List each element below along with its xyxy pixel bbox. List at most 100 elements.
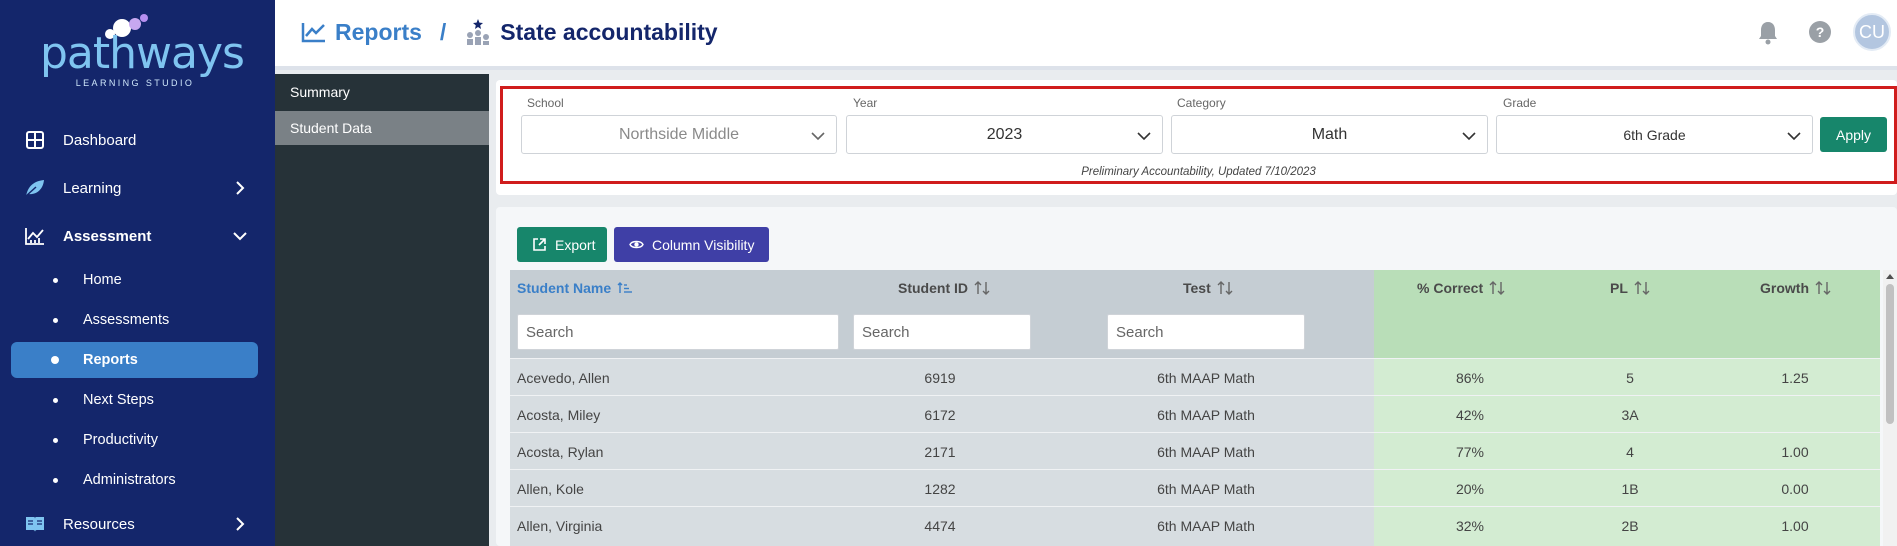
nav-item-dashboard[interactable]: Dashboard <box>0 120 275 160</box>
cell-student-name: Acosta, Miley <box>517 406 601 423</box>
column-header-test[interactable]: Test <box>1183 270 1233 306</box>
bullet-icon <box>53 318 58 323</box>
table-row[interactable]: Acosta, Miley 6172 6th MAAP Math 42% 3A <box>510 395 1880 432</box>
nav-subitem-next-steps[interactable]: Next Steps <box>11 382 258 418</box>
external-link-icon <box>533 238 546 251</box>
column-visibility-button-label: Column Visibility <box>652 236 755 253</box>
leaf-icon <box>25 180 44 197</box>
column-header-student-name[interactable]: Student Name <box>517 270 633 306</box>
nav-subitem-assessments[interactable]: Assessments <box>11 302 258 338</box>
cell-percent-correct: 86% <box>1455 369 1485 386</box>
cell-pl: 5 <box>1626 369 1634 386</box>
export-button-label: Export <box>555 236 596 253</box>
cell-pl: 1B <box>1621 480 1639 497</box>
sort-icon <box>1634 281 1650 295</box>
help-icon[interactable]: ? <box>1804 16 1836 48</box>
column-header-label: Test <box>1183 280 1211 296</box>
cell-student-id: 1282 <box>924 480 956 497</box>
cell-pl: 4 <box>1626 443 1634 460</box>
bullet-icon <box>53 438 58 443</box>
nav-item-assessment[interactable]: Assessment <box>0 216 275 256</box>
cell-student-name: Acosta, Rylan <box>517 443 604 460</box>
cell-student-name: Allen, Virginia <box>517 517 603 534</box>
sort-icon <box>974 281 990 295</box>
table-row[interactable]: Acosta, Rylan 2171 6th MAAP Math 77% 4 1… <box>510 432 1880 469</box>
cell-growth: 1.00 <box>1781 517 1809 534</box>
highlight-outline <box>500 86 1897 184</box>
cell-growth: 0.00 <box>1781 480 1809 497</box>
nav-subitem-label: Next Steps <box>83 392 154 408</box>
table-row[interactable]: Acevedo, Allen 6919 6th MAAP Math 86% 5 … <box>510 358 1880 395</box>
cell-student-id: 6172 <box>924 406 956 423</box>
nav-subitem-label: Assessments <box>83 312 170 328</box>
nav-item-learning[interactable]: Learning <box>0 168 275 208</box>
cell-growth: 1.00 <box>1781 443 1809 460</box>
chevron-right-icon <box>236 181 245 195</box>
submenu-item-label: Student Data <box>290 120 372 136</box>
cell-test: 6th MAAP Math <box>1157 443 1255 460</box>
student-name-search-input[interactable] <box>517 314 839 350</box>
nav-subitem-label: Home <box>83 272 122 288</box>
nav-item-label: Dashboard <box>63 131 137 149</box>
column-header-label: PL <box>1610 280 1628 296</box>
cell-percent-correct: 77% <box>1455 443 1485 460</box>
nav-subitem-label: Productivity <box>83 432 158 448</box>
book-icon <box>26 517 44 532</box>
table-search-row-green <box>1374 306 1880 358</box>
cell-test: 6th MAAP Math <box>1157 406 1255 423</box>
svg-text:?: ? <box>1816 24 1825 40</box>
nav-subitem-administrators[interactable]: Administrators <box>11 462 258 498</box>
nav-item-label: Resources <box>63 515 135 533</box>
breadcrumb-reports-link[interactable]: Reports <box>335 19 422 46</box>
cell-test: 6th MAAP Math <box>1157 480 1255 497</box>
cell-growth <box>1745 396 1845 433</box>
trending-chart-icon <box>301 23 325 43</box>
cell-test: 6th MAAP Math <box>1157 369 1255 386</box>
avatar[interactable]: CU <box>1853 13 1891 51</box>
submenu-item-summary[interactable]: Summary <box>275 75 489 109</box>
submenu-item-label: Summary <box>290 84 350 100</box>
avatar-initials: CU <box>1859 21 1885 42</box>
submenu-item-student-data[interactable]: Student Data <box>275 111 489 145</box>
nav-subitem-home[interactable]: Home <box>11 262 258 298</box>
bell-icon[interactable] <box>1752 16 1784 48</box>
logo-tagline: LEARNING STUDIO <box>75 78 195 88</box>
cell-growth: 1.25 <box>1781 369 1809 386</box>
pathways-logo[interactable]: pathways LEARNING STUDIO <box>40 10 245 88</box>
nav-subitem-label: Reports <box>83 352 138 368</box>
column-visibility-button[interactable]: Column Visibility <box>614 227 769 262</box>
student-data-table: Student Name Student ID Test % Correct P… <box>510 270 1880 546</box>
breadcrumb: Reports / State accountability <box>301 18 718 46</box>
nav-subitem-productivity[interactable]: Productivity <box>11 422 258 458</box>
column-header-label: Student Name <box>517 280 612 296</box>
scroll-up-arrow-icon[interactable] <box>1885 272 1895 282</box>
bullet-icon <box>51 356 59 364</box>
table-row[interactable]: Allen, Virginia 4474 6th MAAP Math 32% 2… <box>510 506 1880 543</box>
column-header-pl[interactable]: PL <box>1610 270 1650 306</box>
podium-star-icon <box>467 19 490 45</box>
student-id-search-input[interactable] <box>853 314 1031 350</box>
cell-student-id: 2171 <box>924 443 956 460</box>
table-row[interactable]: Allen, Kole 1282 6th MAAP Math 20% 1B 0.… <box>510 469 1880 506</box>
eye-icon <box>629 240 644 249</box>
sort-icon <box>1489 281 1505 295</box>
column-header-percent-correct[interactable]: % Correct <box>1417 270 1505 306</box>
column-header-student-id[interactable]: Student ID <box>898 270 990 306</box>
bullet-icon <box>53 478 58 483</box>
column-header-growth[interactable]: Growth <box>1760 270 1831 306</box>
cell-pl: 3A <box>1621 406 1639 423</box>
sort-icon <box>1217 281 1233 295</box>
cell-student-id: 4474 <box>924 517 956 534</box>
scrollbar-thumb[interactable] <box>1886 284 1894 424</box>
nav-item-label: Assessment <box>63 227 152 245</box>
sort-icon <box>1815 281 1831 295</box>
test-search-input[interactable] <box>1107 314 1305 350</box>
cell-percent-correct: 32% <box>1455 517 1485 534</box>
cell-pl: 2B <box>1621 517 1639 534</box>
export-button[interactable]: Export <box>517 227 607 262</box>
column-header-label: Growth <box>1760 280 1809 296</box>
cell-student-name: Allen, Kole <box>517 480 584 497</box>
nav-subitem-reports[interactable]: Reports <box>11 342 258 378</box>
nav-item-resources[interactable]: Resources <box>0 504 275 544</box>
table-scrollbar[interactable] <box>1883 270 1897 546</box>
